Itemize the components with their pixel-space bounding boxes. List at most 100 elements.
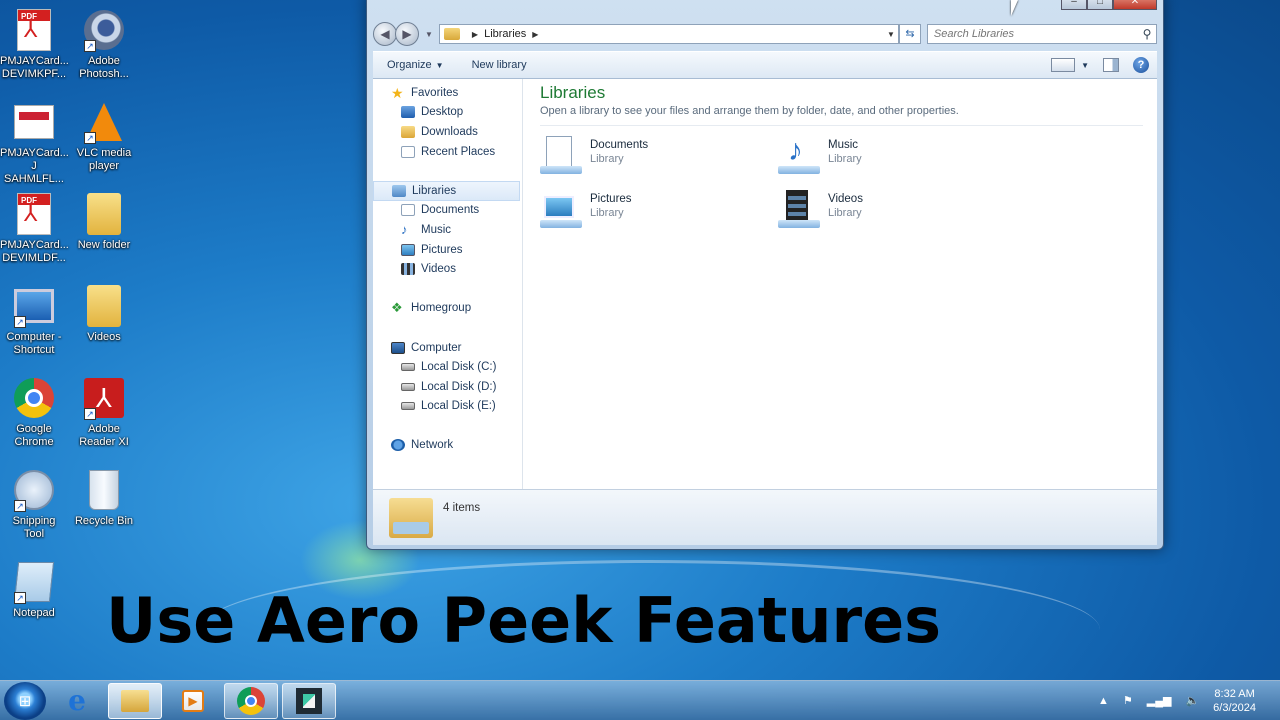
computer-icon: ↗ bbox=[12, 284, 56, 328]
pictures-icon bbox=[401, 243, 415, 256]
chrome-icon bbox=[237, 686, 265, 715]
desktop-icon-notepad[interactable]: ↗ Notepad bbox=[0, 560, 68, 620]
nav-downloads[interactable]: Downloads bbox=[373, 122, 522, 142]
nav-disk-d[interactable]: Local Disk (D:) bbox=[373, 377, 522, 397]
nav-computer[interactable]: Computer bbox=[373, 338, 522, 358]
library-type: Library bbox=[828, 207, 862, 219]
forward-button[interactable]: ▶ bbox=[395, 22, 419, 46]
library-name: Documents bbox=[590, 139, 649, 151]
desktop-icon-snipping-tool[interactable]: ↗ Snipping Tool bbox=[0, 468, 68, 541]
desktop-icon-new-folder[interactable]: New folder bbox=[70, 192, 138, 252]
nav-recent-places[interactable]: Recent Places bbox=[373, 142, 522, 162]
desktop-icon-recycle-bin[interactable]: Recycle Bin bbox=[70, 468, 138, 528]
nav-label: Homegroup bbox=[411, 302, 472, 315]
nav-desktop[interactable]: Desktop bbox=[373, 103, 522, 123]
downloads-icon bbox=[401, 125, 415, 138]
library-item-documents[interactable]: Documents Library bbox=[540, 134, 778, 178]
nav-libraries[interactable]: Libraries bbox=[373, 180, 520, 201]
desktop-icon-adobe-reader[interactable]: ⅄ ↗ Adobe Reader XI bbox=[70, 376, 138, 449]
internet-explorer-icon: e bbox=[68, 684, 86, 717]
nav-label: Downloads bbox=[421, 125, 478, 138]
desktop-icon bbox=[401, 106, 415, 119]
library-type: Library bbox=[828, 153, 862, 165]
main-pane: Libraries Open a library to see your fil… bbox=[523, 79, 1157, 489]
nav-homegroup[interactable]: ❖ Homegroup bbox=[373, 299, 522, 319]
desktop-icon-label: Notepad bbox=[13, 607, 55, 619]
volume-icon[interactable]: 🔈 bbox=[1185, 694, 1199, 707]
nav-label: Local Disk (D:) bbox=[421, 380, 497, 393]
adobe-reader-icon: ⅄ ↗ bbox=[82, 376, 126, 420]
search-box: ⚲ bbox=[926, 24, 1157, 44]
desktop-icon-vlc[interactable]: ↗ VLC media player bbox=[70, 100, 138, 173]
nav-disk-e[interactable]: Local Disk (E:) bbox=[373, 397, 522, 417]
nav-label: Music bbox=[421, 223, 452, 236]
desktop-icon-label: VLC media player bbox=[76, 147, 132, 172]
desktop-icon-chrome[interactable]: Google Chrome bbox=[0, 376, 68, 449]
taskbar-internet-explorer[interactable]: e bbox=[50, 683, 104, 719]
pdf-icon: PDF ⅄ bbox=[12, 8, 56, 52]
new-library-button[interactable]: New library bbox=[458, 59, 541, 71]
system-tray: ▲ ⚑ ▂▄▆ 🔈 8:32 AM 6/3/2024 bbox=[1098, 687, 1280, 715]
action-center-flag-icon[interactable]: ⚑ bbox=[1123, 694, 1133, 707]
minimize-button[interactable]: – bbox=[1061, 0, 1087, 10]
help-button[interactable]: ? bbox=[1133, 57, 1149, 73]
nav-network[interactable]: Network bbox=[373, 436, 522, 456]
desktop-icon-label: PMJAYCard... DEVIMLDF... bbox=[0, 239, 69, 264]
nav-music[interactable]: ♪ Music bbox=[373, 220, 522, 240]
videos-icon bbox=[401, 263, 415, 276]
nav-videos[interactable]: Videos bbox=[373, 259, 522, 279]
desktop-icon-pmjay-1[interactable]: PDF ⅄ PMJAYCard... DEVIMKPF... bbox=[0, 8, 69, 81]
details-pane: 4 items bbox=[373, 489, 1157, 545]
taskbar-windows-explorer[interactable] bbox=[108, 682, 162, 719]
nav-documents[interactable]: Documents bbox=[373, 201, 522, 221]
taskbar-filmora[interactable] bbox=[282, 682, 336, 719]
breadcrumb-chevron-icon[interactable]: ▶ bbox=[532, 30, 538, 39]
video-caption: Use Aero Peek Features bbox=[106, 584, 942, 657]
star-icon: ★ bbox=[391, 84, 404, 101]
start-button[interactable]: ⊞ bbox=[4, 681, 46, 720]
organize-button[interactable]: Organize ▼ bbox=[373, 59, 458, 71]
show-hidden-icons-icon[interactable]: ▲ bbox=[1098, 695, 1109, 707]
back-button[interactable]: ◀ bbox=[373, 22, 397, 46]
breadcrumb-libraries[interactable]: Libraries bbox=[484, 28, 526, 40]
photoshop-icon: ↗ bbox=[82, 8, 126, 52]
homegroup-icon: ❖ bbox=[391, 300, 403, 316]
desktop-icon-videos[interactable]: Videos bbox=[70, 284, 138, 344]
nav-label: Libraries bbox=[412, 184, 457, 197]
taskbar-media-player[interactable]: ▶ bbox=[166, 683, 220, 719]
close-button[interactable]: ✕ bbox=[1113, 0, 1157, 10]
clock-date: 6/3/2024 bbox=[1213, 701, 1256, 714]
nav-label: Network bbox=[411, 439, 454, 452]
desktop-icon-pmjay-2[interactable]: PMJAYCard... J SAHMLFL... bbox=[0, 100, 69, 186]
address-row: ◀ ▶ ▼ ▶ Libraries ▶ ▼ ⇆ ⚲ bbox=[373, 21, 1157, 47]
disk-icon bbox=[401, 363, 415, 372]
desktop-icon-pmjay-3[interactable]: PDF ⅄ PMJAYCard... DEVIMLDF... bbox=[0, 192, 69, 265]
nav-favorites[interactable]: ★ Favorites bbox=[373, 83, 522, 103]
desktop-icon-photoshop[interactable]: ↗ Adobe Photosh... bbox=[70, 8, 138, 81]
desktop-icon-label: PMJAYCard... DEVIMKPF... bbox=[0, 55, 69, 80]
window-controls: – □ ✕ bbox=[1061, 0, 1157, 10]
library-item-music[interactable]: ♪ Music Library bbox=[778, 134, 1016, 178]
nav-label: Local Disk (C:) bbox=[421, 361, 497, 374]
network-signal-icon[interactable]: ▂▄▆ bbox=[1147, 694, 1172, 707]
maximize-button[interactable]: □ bbox=[1087, 0, 1113, 10]
library-item-pictures[interactable]: Pictures Library bbox=[540, 188, 778, 232]
refresh-button[interactable]: ⇆ bbox=[898, 24, 921, 44]
taskbar-chrome[interactable] bbox=[224, 682, 278, 719]
nav-pictures[interactable]: Pictures bbox=[373, 240, 522, 260]
content-area: ★ Favorites Desktop Downloads Recent Plac… bbox=[373, 79, 1157, 489]
library-item-videos[interactable]: Videos Library bbox=[778, 188, 1016, 232]
breadcrumb-chevron-icon[interactable]: ▶ bbox=[472, 30, 478, 39]
clock[interactable]: 8:32 AM 6/3/2024 bbox=[1213, 687, 1256, 715]
recent-pages-dropdown-icon[interactable]: ▼ bbox=[425, 30, 433, 39]
change-view-button[interactable]: ▼ bbox=[1051, 58, 1089, 72]
address-bar[interactable]: ▶ Libraries ▶ ▼ bbox=[438, 24, 899, 44]
search-input[interactable] bbox=[933, 28, 1138, 40]
search-icon[interactable]: ⚲ bbox=[1138, 27, 1156, 41]
nav-label: Recent Places bbox=[421, 145, 496, 158]
nav-disk-c[interactable]: Local Disk (C:) bbox=[373, 357, 522, 377]
network-icon bbox=[391, 439, 405, 452]
desktop-icon-computer-shortcut[interactable]: ↗ Computer - Shortcut bbox=[0, 284, 68, 357]
address-dropdown-icon[interactable]: ▼ bbox=[884, 30, 898, 39]
preview-pane-button[interactable] bbox=[1103, 58, 1119, 72]
